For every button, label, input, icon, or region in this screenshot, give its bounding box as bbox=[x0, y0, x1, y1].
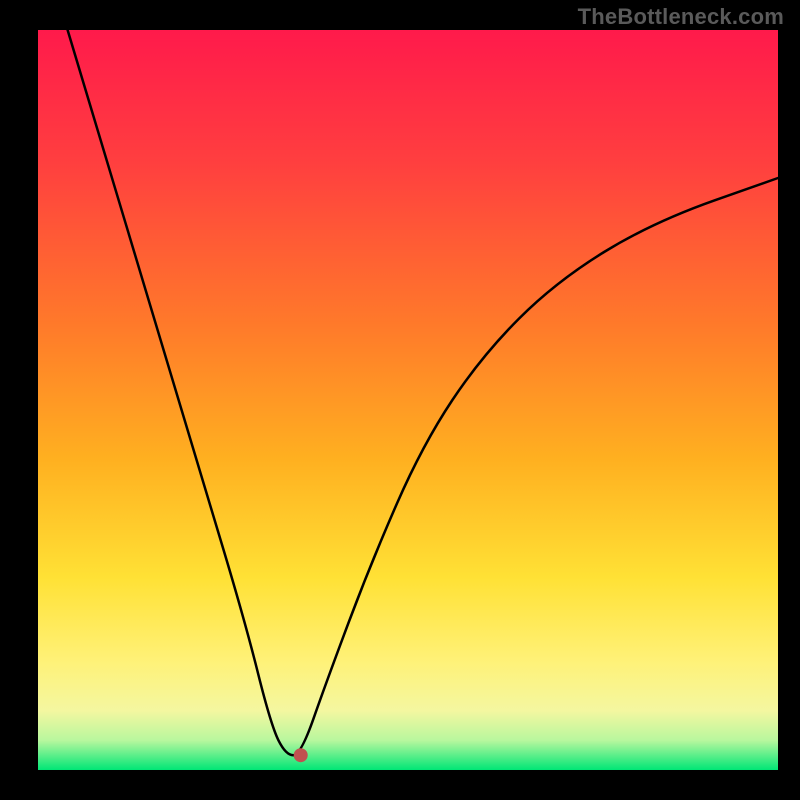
chart-svg bbox=[0, 0, 800, 800]
watermark-text: TheBottleneck.com bbox=[578, 4, 784, 30]
plot-area bbox=[38, 30, 778, 770]
chart-frame: TheBottleneck.com bbox=[0, 0, 800, 800]
gradient-background bbox=[38, 30, 778, 770]
optimal-point-marker bbox=[294, 748, 308, 762]
